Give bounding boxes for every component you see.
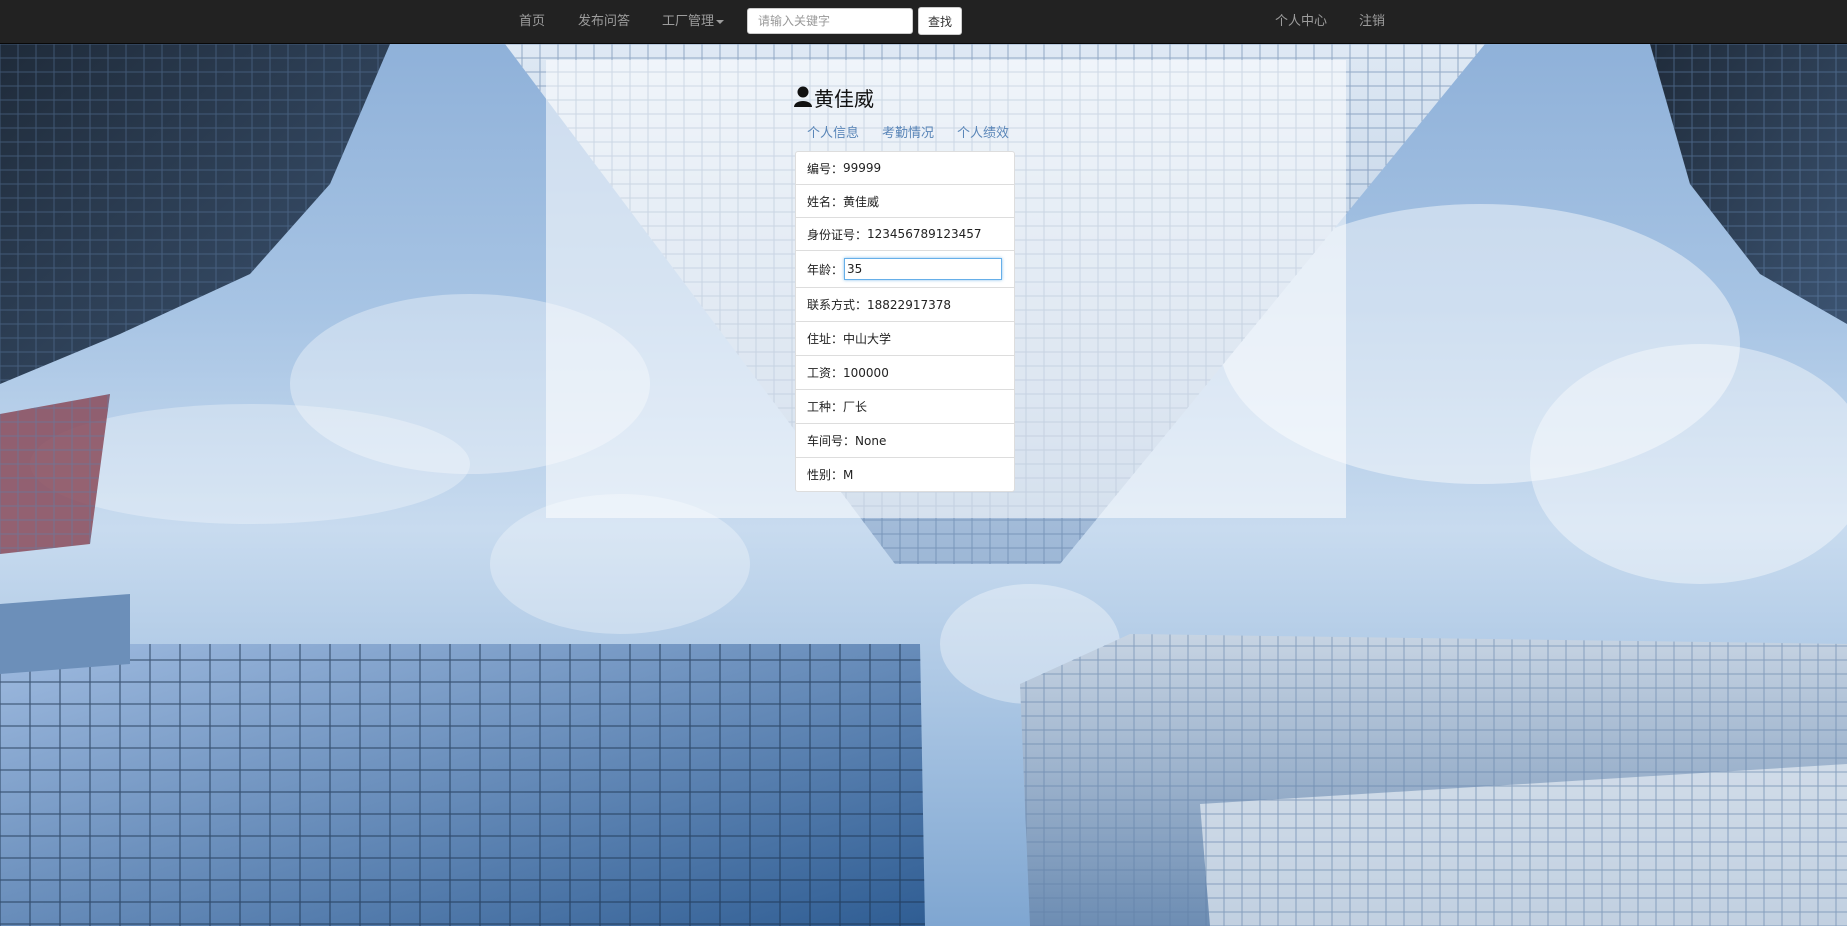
info-value: 黄佳威 (843, 194, 880, 209)
info-label: 年龄： (807, 262, 844, 277)
info-label: 编号： (807, 161, 844, 176)
info-label: 性别： (807, 468, 844, 482)
caret-down-icon (716, 19, 725, 24)
info-item-name: 姓名： 黄佳威 (795, 184, 1015, 218)
nav-factory-management-label: 工厂管理 (662, 14, 715, 29)
nav-logout-link[interactable]: 注销 (1359, 0, 1385, 43)
info-item-contact: 联系方式： 18822917378 (795, 287, 1015, 322)
user-icon (794, 86, 812, 107)
info-label: 身份证号： (807, 227, 868, 242)
info-value: 99999 (843, 161, 882, 175)
info-item-age: 年龄： (795, 250, 1015, 288)
info-label: 车间号： (807, 434, 856, 448)
tab-attendance[interactable]: 考勤情况 (882, 122, 934, 141)
tab-personal-info[interactable]: 个人信息 (807, 122, 859, 141)
tab-performance[interactable]: 个人绩效 (957, 122, 1009, 141)
nav-home-link[interactable]: 首页 (519, 0, 545, 43)
top-navbar: 首页 发布问答 工厂管理 查找 个人中心 注销 (0, 0, 1847, 44)
search-button[interactable]: 查找 (918, 7, 962, 35)
age-input[interactable] (844, 258, 1003, 280)
info-item-workshop: 车间号： None (795, 423, 1015, 458)
info-value: 100000 (843, 365, 889, 380)
nav-personal-center-link[interactable]: 个人中心 (1275, 0, 1327, 43)
info-value: None (855, 433, 887, 448)
user-name-title: 黄佳威 (814, 86, 874, 111)
info-value: 123456789123457 (867, 227, 982, 241)
nav-post-question-link[interactable]: 发布问答 (578, 0, 630, 43)
info-item-salary: 工资： 100000 (795, 355, 1015, 390)
info-label: 住址： (807, 332, 844, 346)
info-value: M (843, 467, 854, 482)
info-item-job-type: 工种： 厂长 (795, 389, 1015, 424)
info-value: 中山大学 (843, 332, 892, 346)
info-label: 联系方式： (807, 298, 868, 312)
info-item-id-card: 身份证号： 123456789123457 (795, 217, 1015, 251)
profile-header: 黄佳威 (793, 82, 874, 112)
info-value: 厂长 (843, 400, 868, 414)
info-label: 姓名： (807, 194, 844, 209)
info-label: 工资： (807, 366, 844, 380)
info-value: 18822917378 (867, 297, 951, 312)
search-input[interactable] (747, 8, 913, 34)
info-item-address: 住址： 中山大学 (795, 321, 1015, 356)
nav-factory-management-dropdown[interactable]: 工厂管理 (662, 0, 725, 43)
info-label: 工种： (807, 400, 844, 414)
personal-info-list: 编号： 99999 姓名： 黄佳威 身份证号： 123456789123457 年龄：… (795, 151, 1015, 492)
info-item-id: 编号： 99999 (795, 151, 1015, 185)
info-item-gender: 性别： M (795, 457, 1015, 492)
